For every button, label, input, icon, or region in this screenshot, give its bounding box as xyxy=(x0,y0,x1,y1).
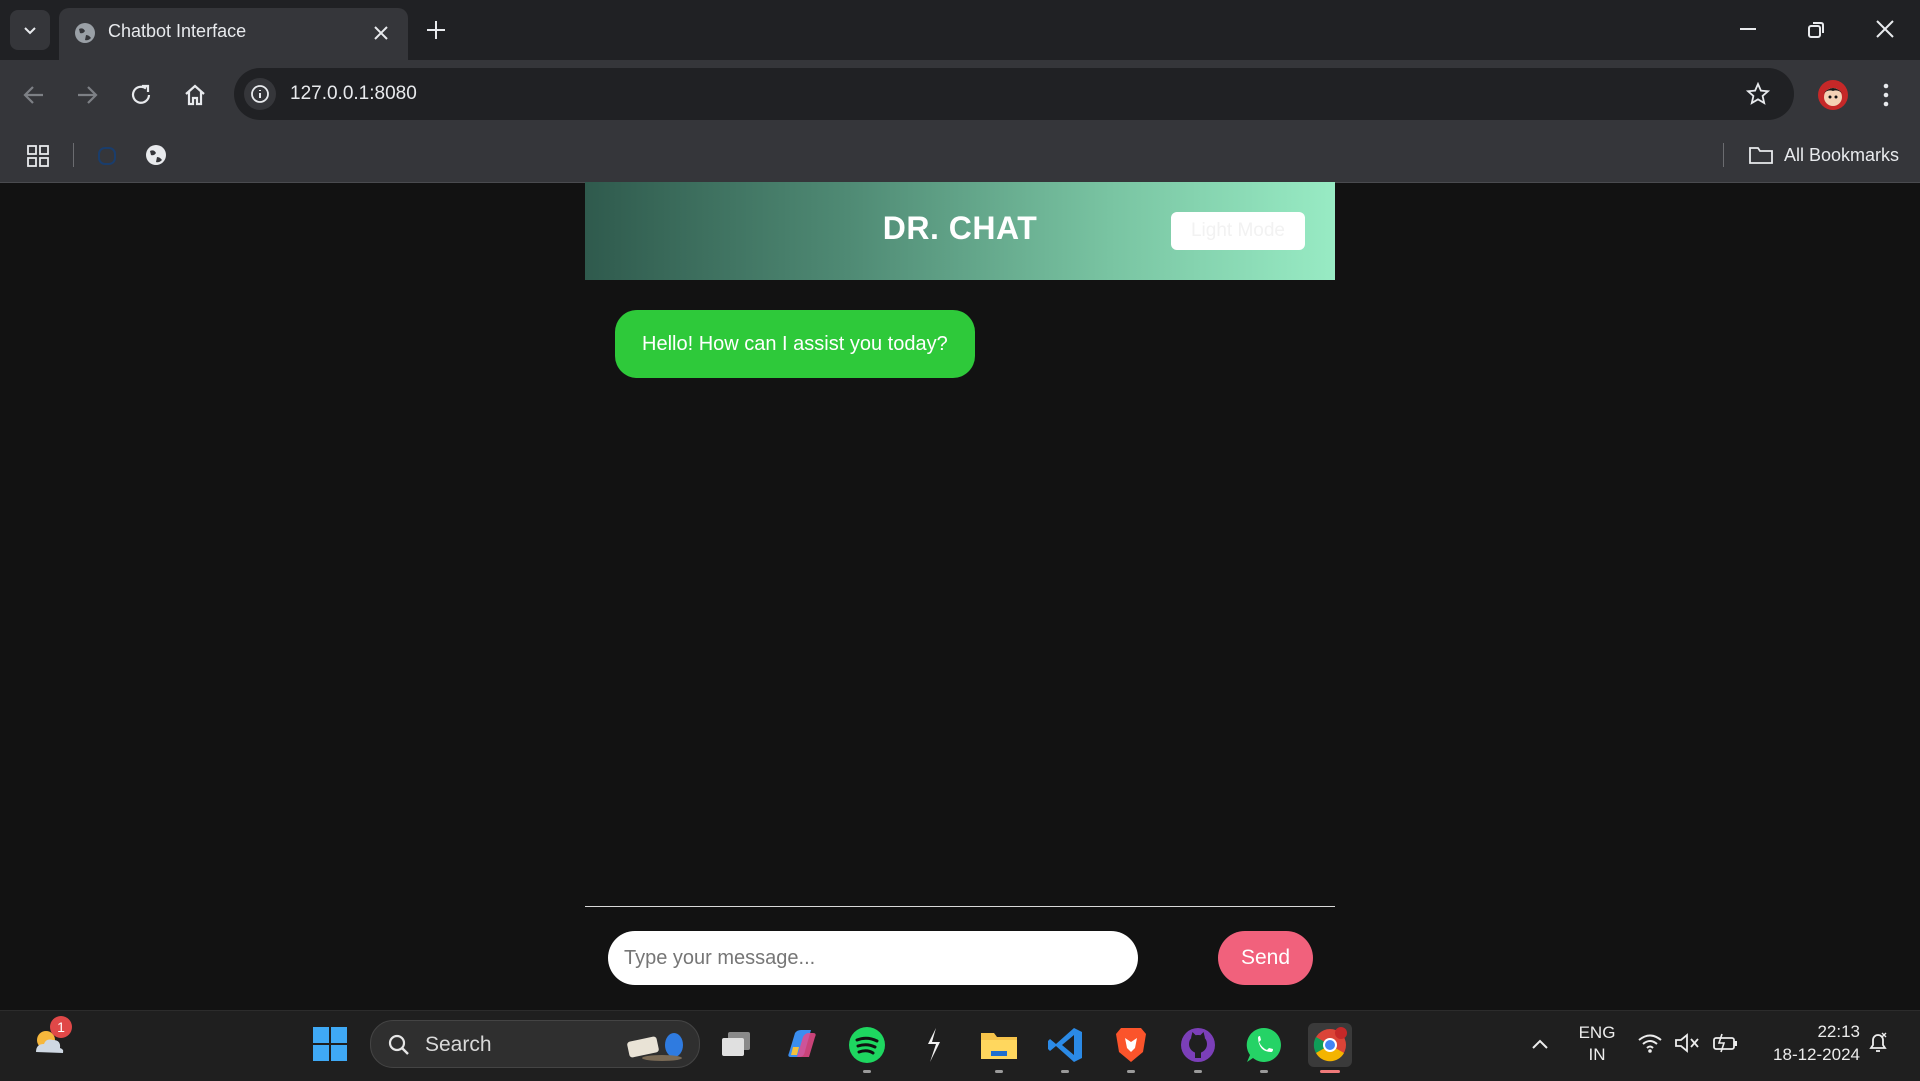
star-icon[interactable] xyxy=(1746,82,1770,106)
spotify-icon[interactable] xyxy=(845,1023,889,1073)
avatar-icon xyxy=(1823,88,1843,106)
loading-circle-icon[interactable] xyxy=(98,147,116,165)
search-label: Search xyxy=(425,1033,492,1056)
notification-badge: 1 xyxy=(50,1016,72,1038)
chat-header: DR. CHAT Light Mode xyxy=(585,182,1335,280)
running-indicator xyxy=(995,1070,1003,1073)
info-icon xyxy=(251,85,269,103)
battery-icon[interactable] xyxy=(1711,1032,1739,1054)
running-indicator xyxy=(863,1070,871,1073)
brave-icon[interactable] xyxy=(1109,1023,1153,1073)
home-icon[interactable] xyxy=(182,82,208,108)
plus-icon[interactable] xyxy=(424,18,448,42)
profile-avatar[interactable] xyxy=(1818,80,1848,110)
weather-widget[interactable]: 1 xyxy=(28,1016,72,1062)
running-indicator xyxy=(1194,1070,1202,1073)
copilot-icon[interactable] xyxy=(779,1023,823,1067)
whatsapp-icon[interactable] xyxy=(1242,1023,1286,1073)
all-bookmarks-link[interactable]: All Bookmarks xyxy=(1784,145,1899,166)
apps-icon[interactable] xyxy=(27,145,49,167)
system-clock[interactable]: 22:13 18-12-2024 xyxy=(1750,1020,1860,1066)
region-code: IN xyxy=(1588,1045,1606,1064)
reload-icon[interactable] xyxy=(128,82,154,108)
github-desktop-icon[interactable] xyxy=(1176,1023,1220,1073)
close-icon[interactable] xyxy=(370,22,392,44)
more-icon[interactable] xyxy=(1876,82,1896,108)
tab-title: Chatbot Interface xyxy=(108,21,247,41)
message-list: Hello! How can I assist you today? xyxy=(585,280,1335,890)
url-text: 127.0.0.1:8080 xyxy=(290,83,417,104)
browser-tab-bar: Chatbot Interface xyxy=(0,0,1920,60)
forward-icon[interactable] xyxy=(74,82,100,108)
search-icon xyxy=(388,1034,409,1055)
file-explorer-icon[interactable] xyxy=(977,1023,1021,1073)
cursor-app-icon[interactable] xyxy=(911,1023,955,1067)
chrome-icon[interactable] xyxy=(1308,1023,1352,1073)
taskbar xyxy=(0,1010,1920,1081)
bookmark-separator xyxy=(1723,143,1724,167)
chat-container: DR. CHAT Light Mode Hello! How can I ass… xyxy=(585,182,1335,1010)
tab-list-button[interactable] xyxy=(10,10,50,50)
bookmarks-bar: All Bookmarks xyxy=(0,130,1920,183)
volume-muted-icon[interactable] xyxy=(1674,1032,1700,1054)
vscode-icon[interactable] xyxy=(1043,1023,1087,1073)
theme-toggle-button[interactable]: Light Mode xyxy=(1171,212,1305,250)
folder-icon xyxy=(1749,147,1773,164)
wifi-icon[interactable] xyxy=(1637,1032,1663,1054)
active-indicator xyxy=(1320,1070,1340,1073)
clock-time: 22:13 xyxy=(1817,1022,1860,1041)
chevron-down-icon xyxy=(24,27,36,35)
site-info-button[interactable] xyxy=(244,78,276,110)
minimize-icon[interactable] xyxy=(1737,18,1759,40)
running-indicator xyxy=(1127,1070,1135,1073)
close-icon[interactable] xyxy=(1874,18,1896,40)
globe-icon[interactable] xyxy=(144,143,168,167)
send-button[interactable]: Send xyxy=(1218,931,1313,985)
composer-divider xyxy=(585,906,1335,907)
browser-toolbar: 127.0.0.1:8080 xyxy=(0,60,1920,130)
language-code: ENG xyxy=(1578,1023,1616,1042)
search-highlight-icon xyxy=(627,1033,683,1061)
browser-tab[interactable]: Chatbot Interface xyxy=(59,8,408,60)
bookmark-separator xyxy=(73,143,74,167)
language-indicator[interactable]: ENG IN xyxy=(1578,1022,1616,1066)
back-icon[interactable] xyxy=(21,82,47,108)
address-bar[interactable]: 127.0.0.1:8080 xyxy=(234,68,1794,120)
restore-icon[interactable] xyxy=(1806,20,1826,40)
clock-date: 18-12-2024 xyxy=(1773,1045,1860,1064)
globe-icon xyxy=(75,23,95,43)
chevron-up-icon[interactable] xyxy=(1530,1036,1550,1052)
running-indicator xyxy=(1260,1070,1268,1073)
message-input[interactable] xyxy=(608,931,1138,985)
taskbar-search[interactable]: Search xyxy=(370,1020,700,1068)
windows-start-icon[interactable] xyxy=(312,1026,348,1062)
bot-message-bubble: Hello! How can I assist you today? xyxy=(615,310,975,378)
notification-bell-icon[interactable] xyxy=(1866,1031,1890,1055)
task-view-icon[interactable] xyxy=(714,1023,758,1067)
running-indicator xyxy=(1061,1070,1069,1073)
